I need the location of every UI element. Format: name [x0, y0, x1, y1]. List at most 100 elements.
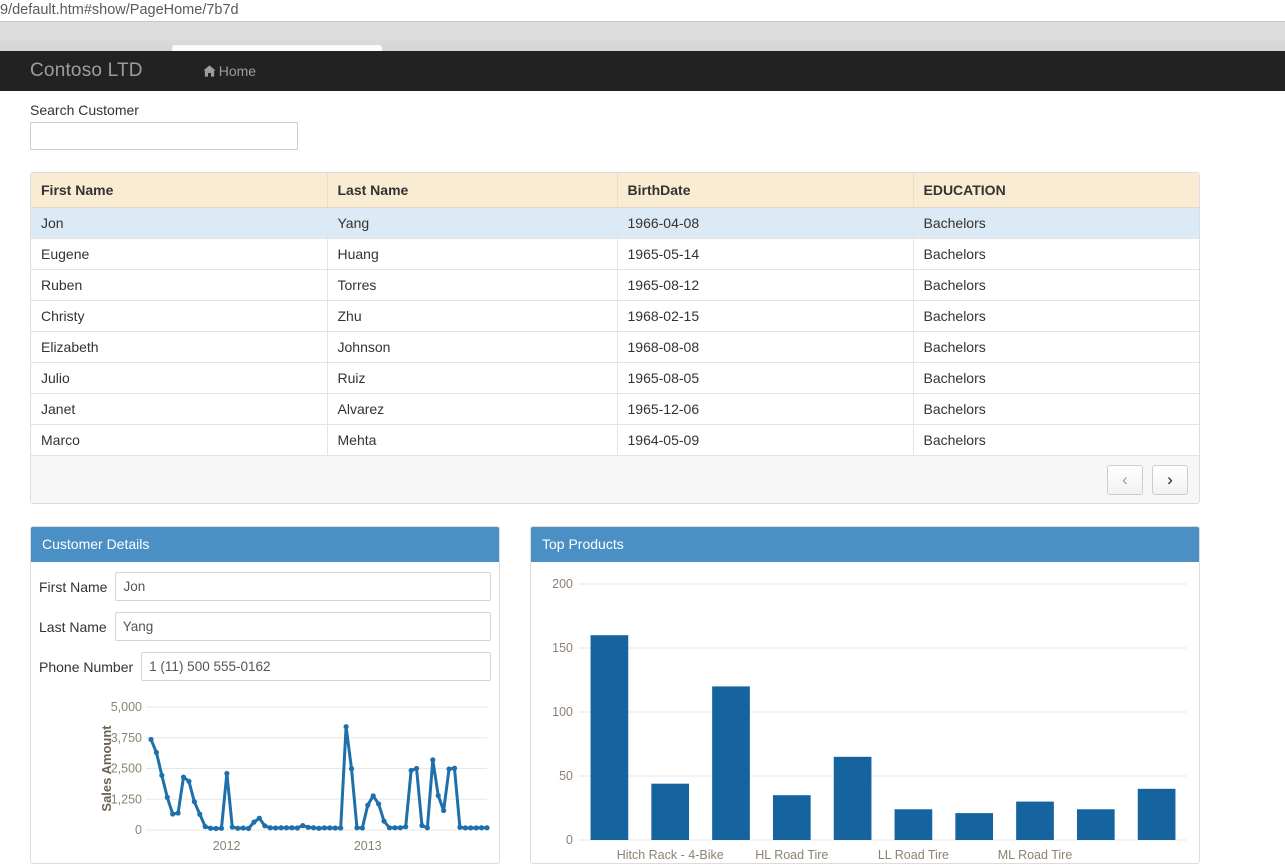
line-data-point[interactable] [229, 824, 235, 830]
line-data-point[interactable] [305, 824, 311, 830]
line-data-point[interactable] [403, 824, 409, 830]
line-data-point[interactable] [283, 825, 290, 831]
browser-tab[interactable] [172, 45, 382, 51]
line-data-point[interactable] [441, 807, 447, 814]
line-data-point[interactable] [213, 825, 219, 832]
browser-url-bar[interactable]: 9/default.htm#show/PageHome/7b7d [0, 0, 1285, 21]
cell-education[interactable]: Bachelors [913, 207, 1199, 239]
cell-first-name[interactable]: Marco [31, 424, 328, 456]
line-data-point[interactable] [392, 825, 398, 831]
cell-last-name[interactable]: Yang [327, 207, 618, 239]
line-data-point[interactable] [278, 825, 284, 831]
line-data-point[interactable] [386, 825, 393, 831]
cell-first-name[interactable]: Julio [31, 362, 328, 394]
bar[interactable] [833, 756, 872, 840]
sales-amount-line-chart-svg[interactable]: 0 1,250 2,500 3,750 5,000 Sales Amount 2012 201… [39, 692, 491, 862]
line-data-point[interactable] [348, 766, 355, 772]
line-data-point[interactable] [170, 811, 176, 817]
line-data-point[interactable] [224, 770, 230, 777]
line-data-point[interactable] [359, 825, 365, 831]
cell-education[interactable]: Bachelors [913, 331, 1199, 363]
cell-first-name[interactable]: Elizabeth [31, 331, 328, 363]
line-data-point[interactable] [419, 822, 425, 829]
line-data-point[interactable] [256, 815, 262, 821]
line-data-point[interactable] [462, 825, 468, 831]
line-data-point[interactable] [446, 766, 452, 772]
bar[interactable] [651, 783, 690, 840]
line-data-point[interactable] [473, 825, 479, 831]
line-data-point[interactable] [316, 825, 322, 831]
cell-education[interactable]: Bachelors [913, 238, 1199, 270]
line-data-point[interactable] [267, 825, 273, 831]
line-data-point[interactable] [148, 736, 154, 743]
line-data-point[interactable] [413, 765, 420, 772]
line-data-point[interactable] [208, 825, 214, 831]
line-data-point[interactable] [245, 825, 252, 832]
line-data-point[interactable] [218, 825, 225, 831]
line-data-point[interactable] [354, 825, 360, 831]
line-data-point[interactable] [191, 799, 197, 805]
bar[interactable] [1076, 809, 1115, 840]
line-data-point[interactable] [235, 825, 241, 831]
line-data-point[interactable] [451, 765, 458, 771]
cell-education[interactable]: Bachelors [913, 393, 1199, 425]
line-data-point[interactable] [240, 825, 246, 831]
column-header-first-name[interactable]: First Name [31, 173, 328, 208]
bar[interactable] [772, 795, 811, 840]
line-data-point[interactable] [343, 724, 349, 730]
column-header-education[interactable]: EDUCATION [913, 173, 1199, 208]
line-data-point[interactable] [310, 825, 317, 831]
bar[interactable] [1137, 788, 1176, 840]
line-data-point[interactable] [159, 772, 165, 778]
cell-last-name[interactable]: Huang [327, 238, 618, 270]
cell-last-name[interactable]: Ruiz [327, 362, 618, 394]
cell-last-name[interactable]: Torres [327, 269, 618, 301]
line-data-point[interactable] [468, 825, 474, 831]
line-data-point[interactable] [262, 823, 268, 829]
line-data-point[interactable] [300, 822, 306, 829]
line-data-point[interactable] [197, 811, 203, 817]
line-data-point[interactable] [202, 823, 208, 830]
cell-last-name[interactable]: Alvarez [327, 393, 618, 425]
line-data-point[interactable] [430, 757, 436, 763]
column-header-birthdate[interactable]: BirthDate [617, 173, 914, 208]
line-data-point[interactable] [478, 825, 485, 831]
table-row[interactable]: Christy Zhu 1968-02-15 Bachelors [31, 300, 1199, 332]
top-products-bar-chart-svg[interactable]: 0 50 100 150 200 Hitch Rack - 4-Bike HL Road T… [539, 572, 1191, 864]
pager-next-button[interactable]: › [1152, 464, 1188, 495]
line-data-point[interactable] [381, 818, 387, 824]
bar[interactable] [894, 809, 933, 840]
table-row[interactable]: Ruben Torres 1965-08-12 Bachelors [31, 269, 1199, 301]
table-row[interactable]: Jon Yang 1966-04-08 Bachelors [31, 207, 1199, 239]
cell-first-name[interactable]: Janet [31, 393, 328, 425]
line-data-point[interactable] [327, 825, 333, 831]
column-header-last-name[interactable]: Last Name [327, 173, 618, 208]
bar[interactable] [590, 635, 629, 840]
cell-first-name[interactable]: Jon [31, 207, 328, 239]
line-data-point[interactable] [457, 824, 463, 830]
line-data-point[interactable] [435, 792, 441, 799]
cell-last-name[interactable]: Johnson [327, 331, 618, 363]
line-data-point[interactable] [289, 825, 295, 831]
line-data-point[interactable] [321, 825, 328, 831]
line-data-point[interactable] [186, 778, 192, 784]
table-row[interactable]: Janet Alvarez 1965-12-06 Bachelors [31, 393, 1199, 425]
line-data-point[interactable] [397, 825, 403, 831]
line-data-point[interactable] [180, 774, 187, 780]
table-row[interactable]: Elizabeth Johnson 1968-08-08 Bachelors [31, 331, 1199, 363]
table-row[interactable]: Eugene Huang 1965-05-14 Bachelors [31, 238, 1199, 270]
line-data-point[interactable] [424, 825, 430, 831]
cell-first-name[interactable]: Eugene [31, 238, 328, 270]
nav-item-home[interactable]: Home [203, 63, 256, 79]
brand-title[interactable]: Contoso LTD [30, 60, 143, 82]
cell-first-name[interactable]: Ruben [31, 269, 328, 301]
search-customer-input[interactable] [30, 122, 298, 150]
line-data-point[interactable] [273, 825, 279, 831]
cell-last-name[interactable]: Mehta [327, 424, 618, 456]
line-data-point[interactable] [408, 767, 414, 774]
line-data-point[interactable] [294, 825, 300, 831]
table-row[interactable]: Julio Ruiz 1965-08-05 Bachelors [31, 362, 1199, 394]
table-row[interactable]: Marco Mehta 1964-05-09 Bachelors [31, 424, 1199, 456]
line-data-point[interactable] [332, 825, 338, 831]
last-name-field[interactable] [114, 612, 491, 641]
